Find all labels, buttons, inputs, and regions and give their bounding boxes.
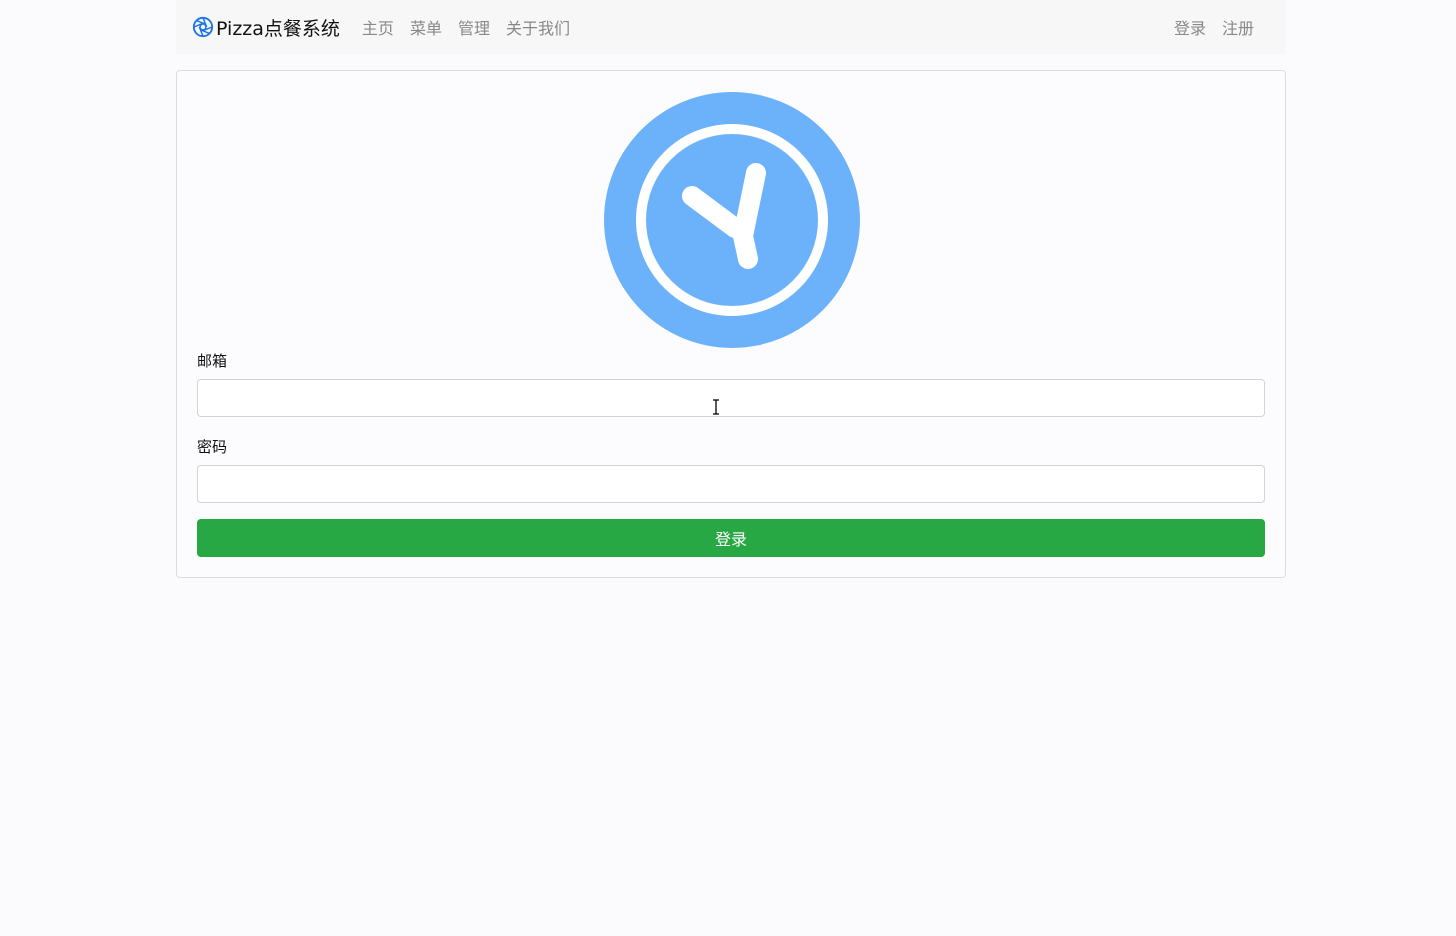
top-navbar: Pizza点餐系统 主页 菜单 管理 关于我们 登录 注册 [176, 0, 1286, 54]
clock-logo-icon [604, 92, 860, 348]
nav-link-about[interactable]: 关于我们 [498, 15, 578, 39]
password-label: 密码 [197, 438, 228, 456]
text-cursor-icon [713, 399, 719, 415]
login-submit-button[interactable]: 登录 [197, 519, 1265, 557]
email-input[interactable] [197, 379, 1265, 417]
nav-auth-links: 登录 注册 [1166, 15, 1270, 39]
nav-link-login[interactable]: 登录 [1166, 15, 1214, 39]
login-card: 邮箱 密码 登录 [176, 70, 1286, 578]
nav-main-links: 主页 菜单 管理 关于我们 [354, 15, 578, 39]
aperture-icon [192, 16, 214, 38]
nav-link-menu[interactable]: 菜单 [402, 15, 450, 39]
nav-link-admin[interactable]: 管理 [450, 15, 498, 39]
brand-name: Pizza点餐系统 [216, 17, 340, 40]
email-label: 邮箱 [197, 352, 228, 370]
brand-link[interactable]: Pizza点餐系统 [192, 14, 340, 41]
password-input[interactable] [197, 465, 1265, 503]
nav-link-register[interactable]: 注册 [1214, 15, 1262, 39]
nav-link-home[interactable]: 主页 [354, 15, 402, 39]
